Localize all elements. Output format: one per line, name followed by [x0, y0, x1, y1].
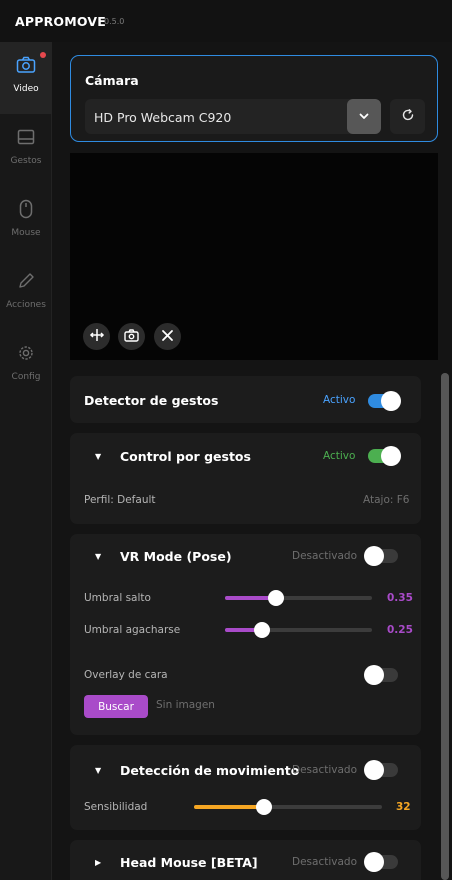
card-title: Detección de movimiento: [120, 763, 300, 778]
camera-select-value: HD Pro Webcam C920: [94, 110, 232, 125]
sidebar-item-label: Video: [13, 84, 39, 94]
toggle-knob: [364, 665, 384, 685]
toggle-knob: [364, 760, 384, 780]
slider-thumb[interactable]: [253, 622, 270, 638]
card-title: Detector de gestos: [84, 393, 219, 408]
close-icon: [161, 327, 174, 346]
expand-caret-icon[interactable]: ▼: [95, 552, 101, 561]
gear-icon: [15, 342, 37, 364]
profile-label: Perfil: Default: [84, 494, 156, 506]
slider-fill: [194, 805, 264, 809]
camera-select[interactable]: HD Pro Webcam C920: [85, 99, 381, 134]
head-mouse-toggle[interactable]: [364, 852, 398, 872]
refresh-icon: [401, 107, 415, 126]
pencil-icon: [15, 270, 37, 292]
slider-value: 0.25: [387, 624, 413, 636]
status-badge: Activo: [323, 450, 356, 462]
slider-label: Umbral agacharse: [84, 624, 181, 636]
slider-label: Umbral salto: [84, 592, 151, 604]
slider-thumb[interactable]: [255, 799, 272, 815]
sensitivity-slider[interactable]: [194, 799, 382, 815]
sidebar-item-label: Gestos: [10, 156, 42, 166]
card-title: Head Mouse [BETA]: [120, 855, 258, 870]
gesture-detector-toggle[interactable]: [368, 391, 401, 411]
vr-mode-toggle[interactable]: [364, 546, 398, 566]
snapshot-icon: [124, 327, 139, 346]
gestures-icon: [15, 126, 37, 148]
chevron-down-icon[interactable]: [347, 99, 381, 134]
sidebar-item-video[interactable]: Video: [0, 42, 52, 114]
camera-icon: [15, 54, 37, 76]
scroll-thumb[interactable]: [441, 373, 449, 880]
toggle-knob: [364, 546, 384, 566]
sidebar-item-acciones[interactable]: Acciones: [0, 258, 52, 330]
expand-caret-icon[interactable]: ▼: [95, 452, 101, 461]
sidebar-item-label: Acciones: [6, 300, 46, 310]
video-preview: [70, 153, 438, 360]
sidebar: Video Gestos Mouse Acciones Config: [0, 42, 52, 880]
sidebar-item-config[interactable]: Config: [0, 330, 52, 402]
sidebar-item-label: Config: [11, 372, 41, 382]
status-badge: Desactivado: [292, 856, 357, 868]
no-image-label: Sin imagen: [156, 699, 215, 711]
overlay-label: Overlay de cara: [84, 669, 168, 681]
move-button[interactable]: [83, 323, 110, 350]
close-video-button[interactable]: [154, 323, 181, 350]
camera-title: Cámara: [85, 73, 139, 88]
crouch-threshold-slider[interactable]: [225, 622, 372, 638]
card-gesture-control: ▼ Control por gestos Activo Perfil: Defa…: [70, 433, 421, 524]
status-badge: Desactivado: [292, 764, 357, 776]
move-icon: [89, 327, 105, 346]
sensitivity-label: Sensibilidad: [84, 801, 148, 813]
slider-value: 0.35: [387, 592, 413, 604]
face-overlay-toggle[interactable]: [364, 665, 398, 685]
card-head-mouse: ▶ Head Mouse [BETA] Desactivado: [70, 840, 421, 880]
card-motion-detection: ▼ Detección de movimiento Desactivado Se…: [70, 745, 421, 830]
shortcut-label: Atajo: F6: [363, 494, 410, 506]
card-gesture-detector: Detector de gestos Activo: [70, 376, 421, 423]
slider-value: 32: [396, 801, 411, 813]
toggle-knob: [364, 852, 384, 872]
expand-caret-icon[interactable]: ▼: [95, 766, 101, 775]
camera-card: Cámara HD Pro Webcam C920: [70, 55, 438, 142]
snapshot-button[interactable]: [118, 323, 145, 350]
card-title: Control por gestos: [120, 449, 251, 464]
motion-detection-toggle[interactable]: [364, 760, 398, 780]
card-vr-mode: ▼ VR Mode (Pose) Desactivado Umbral salt…: [70, 534, 421, 735]
gesture-control-toggle[interactable]: [368, 446, 401, 466]
status-badge: Desactivado: [292, 550, 357, 562]
title-bar: APPROMOVE 0.5.0: [0, 0, 452, 42]
card-title: VR Mode (Pose): [120, 549, 232, 564]
scrollbar[interactable]: [441, 373, 449, 880]
app-name: APPROMOVE: [15, 14, 106, 29]
app-version: 0.5.0: [104, 17, 125, 26]
slider-thumb[interactable]: [268, 590, 285, 606]
toggle-knob: [381, 391, 401, 411]
expand-caret-icon[interactable]: ▶: [95, 858, 101, 867]
sidebar-item-mouse[interactable]: Mouse: [0, 186, 52, 258]
toggle-knob: [381, 446, 401, 466]
refresh-button[interactable]: [390, 99, 425, 134]
jump-threshold-slider[interactable]: [225, 590, 372, 606]
status-badge: Activo: [323, 394, 356, 406]
sidebar-item-label: Mouse: [11, 228, 41, 238]
sidebar-item-gestos[interactable]: Gestos: [0, 114, 52, 186]
search-image-button[interactable]: Buscar: [84, 695, 148, 718]
mouse-icon: [15, 198, 37, 220]
notification-dot: [40, 52, 46, 58]
